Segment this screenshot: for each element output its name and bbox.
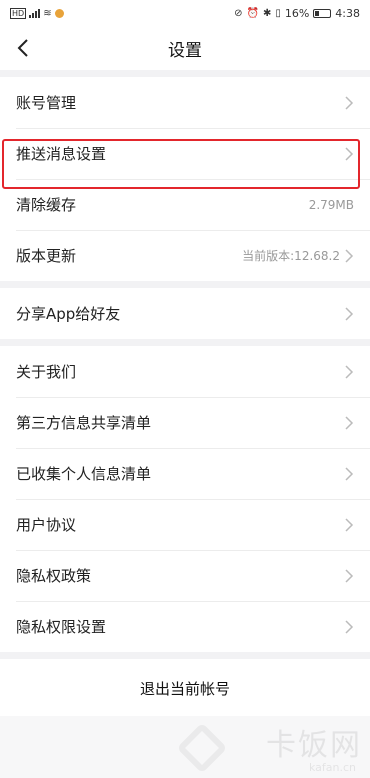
chevron-right-icon	[345, 619, 354, 634]
watermark-logo-icon	[176, 722, 228, 774]
wifi-icon: ≋	[43, 7, 52, 19]
settings-item-account-management[interactable]: 账号管理	[0, 77, 370, 128]
section-divider	[0, 339, 370, 346]
section-divider	[0, 281, 370, 288]
chevron-right-icon	[345, 415, 354, 430]
settings-item-label: 分享App给好友	[16, 305, 121, 323]
chevron-left-icon	[17, 39, 28, 57]
settings-group-about: 关于我们 第三方信息共享清单 已收集个人信息清单 用户协议 隐私权政策 隐私权限…	[0, 346, 370, 652]
battery-icon	[313, 8, 332, 18]
settings-item-privacy-policy[interactable]: 隐私权政策	[0, 550, 370, 601]
settings-group-share: 分享App给好友	[0, 288, 370, 339]
settings-item-share-app[interactable]: 分享App给好友	[0, 288, 370, 339]
watermark-text: 卡饭网	[266, 728, 362, 763]
settings-item-privacy-permissions[interactable]: 隐私权限设置	[0, 601, 370, 652]
settings-item-push-notifications[interactable]: 推送消息设置	[0, 128, 370, 179]
settings-item-version-update[interactable]: 版本更新 当前版本:12.68.2	[0, 230, 370, 281]
chevron-right-icon	[345, 306, 354, 321]
alarm-icon: ⏰	[246, 7, 259, 19]
settings-item-label: 用户协议	[16, 516, 77, 534]
weibo-icon	[54, 8, 64, 18]
settings-item-label: 推送消息设置	[16, 145, 107, 163]
page-title: 设置	[168, 40, 202, 61]
current-version: 当前版本:12.68.2	[242, 249, 340, 263]
vibrate-icon: ▯	[275, 7, 281, 19]
settings-item-user-agreement[interactable]: 用户协议	[0, 499, 370, 550]
settings-item-label: 第三方信息共享清单	[16, 414, 152, 432]
settings-item-label: 关于我们	[16, 363, 77, 381]
bluetooth-icon: ✱	[262, 7, 272, 19]
logout-label: 退出当前帐号	[139, 679, 230, 698]
chevron-right-icon	[345, 466, 354, 481]
status-right: ⊘ ⏰ ✱ ▯ 16% 4:38	[234, 7, 360, 20]
chevron-right-icon	[345, 517, 354, 532]
chevron-right-icon	[345, 248, 354, 263]
settings-item-label: 已收集个人信息清单	[16, 465, 152, 483]
settings-item-collected-info[interactable]: 已收集个人信息清单	[0, 448, 370, 499]
settings-item-about-us[interactable]: 关于我们	[0, 346, 370, 397]
nfc-icon: ⊘	[234, 7, 243, 19]
settings-item-label: 隐私权限设置	[16, 618, 107, 636]
logout-button[interactable]: 退出当前帐号	[0, 659, 370, 717]
watermark-area: 卡饭网 kafan.cn	[0, 716, 370, 778]
section-divider	[0, 652, 370, 659]
chevron-right-icon	[345, 364, 354, 379]
settings-item-label: 清除缓存	[16, 196, 77, 214]
settings-item-label: 版本更新	[16, 247, 77, 265]
status-left: HD ≋	[10, 7, 64, 19]
settings-item-label: 账号管理	[16, 94, 77, 112]
status-bar: HD ≋ ⊘ ⏰ ✱ ▯ 16% 4:38	[0, 0, 370, 26]
section-divider	[0, 70, 370, 77]
nav-bar: 设置	[0, 26, 370, 70]
watermark-subtext: kafan.cn	[308, 761, 356, 774]
settings-item-clear-cache[interactable]: 清除缓存 2.79MB	[0, 179, 370, 230]
chevron-right-icon	[345, 146, 354, 161]
settings-item-label: 隐私权政策	[16, 567, 92, 585]
settings-item-third-party-sharing[interactable]: 第三方信息共享清单	[0, 397, 370, 448]
back-button[interactable]	[10, 34, 36, 62]
cache-size: 2.79MB	[308, 197, 354, 212]
chevron-right-icon	[345, 95, 354, 110]
settings-group-account: 账号管理 推送消息设置 清除缓存 2.79MB 版本更新 当前版本:12.68.…	[0, 77, 370, 281]
battery-percent: 16%	[284, 6, 310, 20]
chevron-right-icon	[345, 568, 354, 583]
carrier-label: HD	[10, 7, 27, 19]
signal-icon	[29, 8, 41, 18]
time: 4:38	[335, 6, 360, 20]
